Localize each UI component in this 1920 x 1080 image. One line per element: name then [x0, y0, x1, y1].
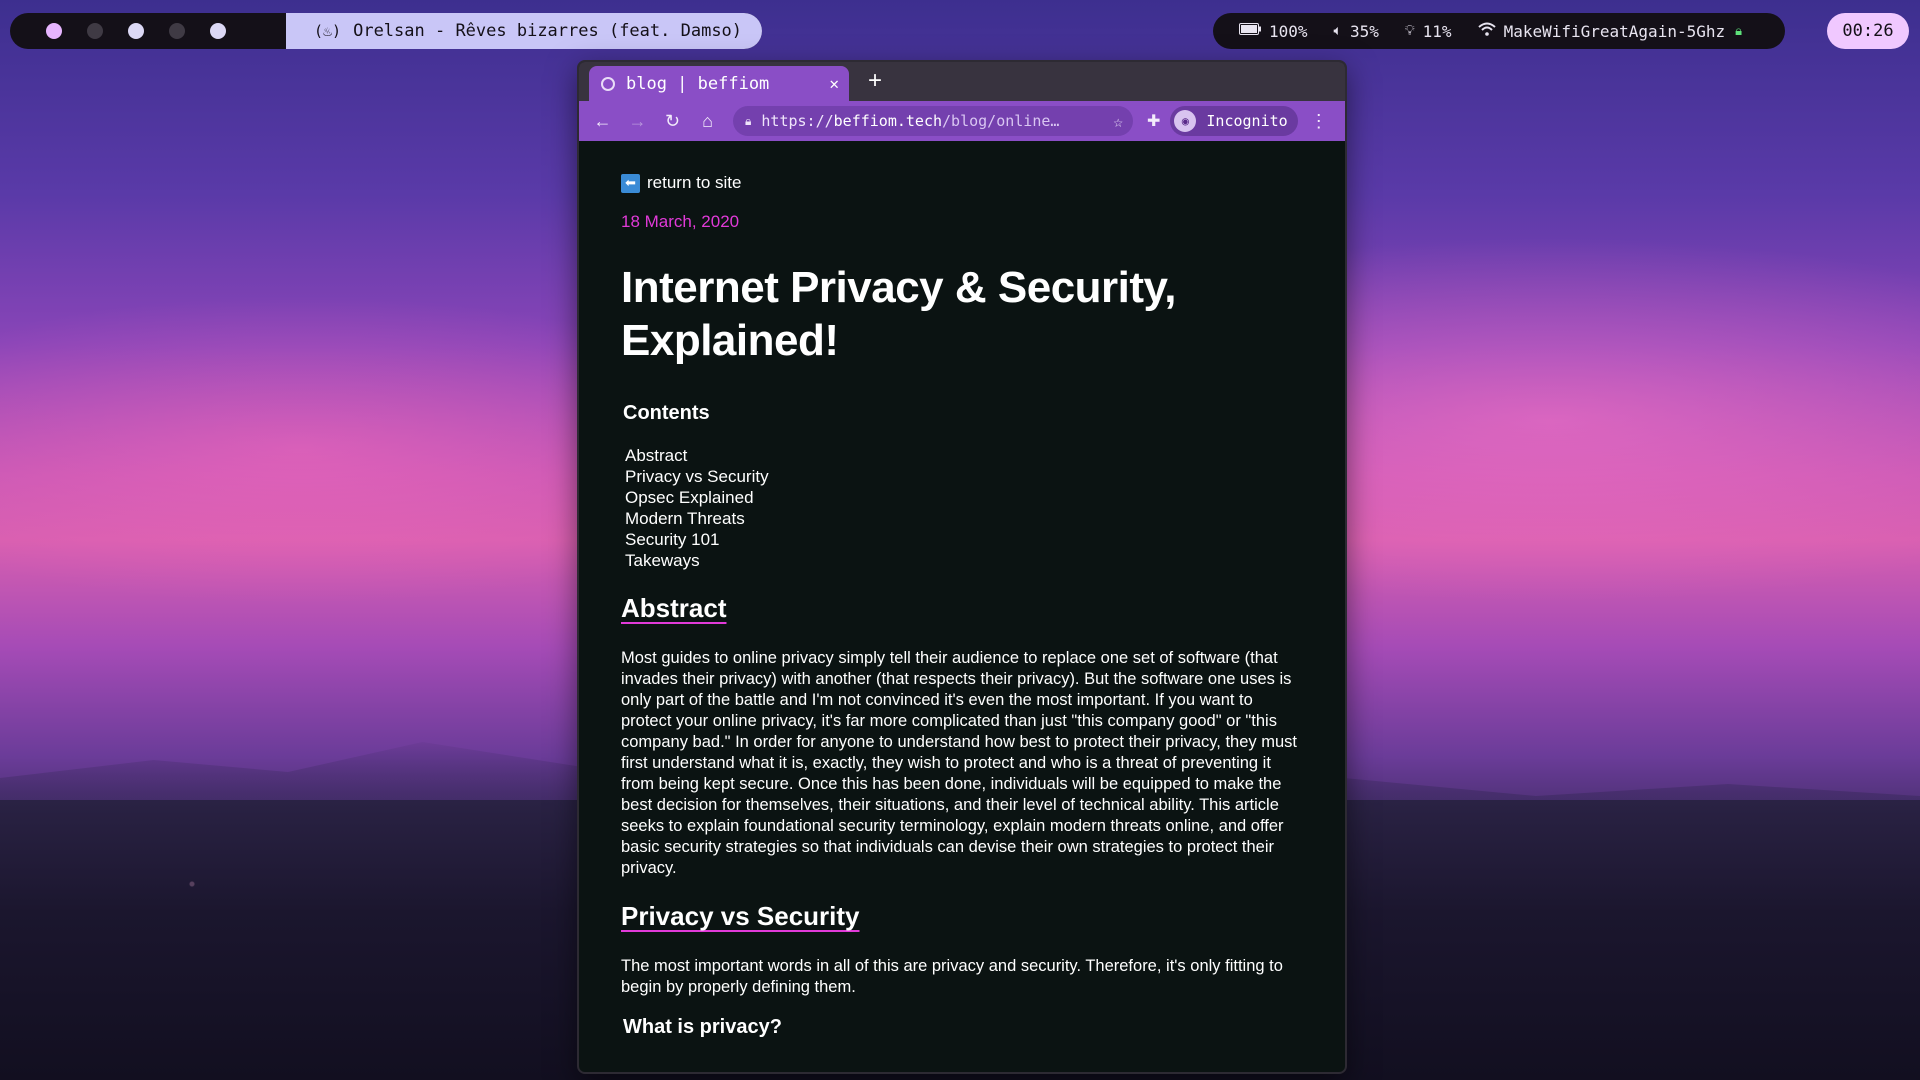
incognito-label: Incognito: [1206, 112, 1288, 130]
brightness-value: 11%: [1422, 21, 1452, 41]
wifi-status[interactable]: MakeWifiGreatAgain-5Ghz 🔒︎: [1477, 21, 1743, 41]
topbar-left: (♨) Orelsan - Rêves bizarres (feat. Dams…: [10, 13, 762, 49]
toc-item-security-101[interactable]: Security 101: [625, 529, 1305, 550]
workspace-2-indicator[interactable]: [87, 23, 103, 39]
abstract-paragraph: Most guides to online privacy simply tel…: [621, 649, 1298, 877]
what-is-privacy-heading: What is privacy?: [623, 1016, 782, 1038]
url-path: /blog/online…: [942, 112, 1060, 130]
browser-window: blog | beffiom ✕ + ← → ↻ ⌂ 🔒︎ https://be…: [577, 60, 1347, 1074]
reload-icon[interactable]: ↻: [655, 111, 690, 132]
volume-status[interactable]: 🔈︎ 35%: [1334, 22, 1379, 41]
incognito-profile-button[interactable]: ◉ Incognito: [1170, 106, 1298, 136]
workspace-3-indicator[interactable]: [128, 23, 144, 39]
contents-heading: Contents: [623, 402, 710, 424]
battery-status: 100%: [1239, 22, 1308, 41]
browser-toolbar: ← → ↻ ⌂ 🔒︎ https://beffiom.tech/blog/onl…: [579, 101, 1345, 141]
brightness-status[interactable]: 💡︎ 11%: [1405, 22, 1452, 41]
privacy-vs-security-heading[interactable]: Privacy vs Security: [621, 901, 1305, 932]
url-host: beffiom.tech: [833, 112, 943, 130]
privacy-paragraph: The most important words in all of this …: [621, 957, 1283, 996]
topbar-right: 100% 🔈︎ 35% 💡︎ 11% MakeWifiGreatAgain-5G…: [1213, 13, 1785, 49]
url-scheme: https://: [761, 112, 834, 130]
globe-icon: [601, 76, 615, 91]
post-date: 18 March, 2020: [621, 212, 740, 231]
return-to-site-label: return to site: [647, 173, 742, 192]
workspace-5-indicator[interactable]: [210, 23, 226, 39]
page-content: ⬅ return to site 18 March, 2020 Internet…: [579, 141, 1345, 1039]
back-arrow-emoji-icon: ⬅: [621, 173, 640, 193]
home-icon[interactable]: ⌂: [690, 111, 725, 132]
lock-icon: 🔒︎: [745, 113, 752, 128]
tab-blog[interactable]: blog | beffiom ✕: [589, 66, 849, 101]
lightbulb-icon: 💡︎: [1404, 23, 1415, 39]
music-flame-icon: (♨): [314, 22, 342, 40]
back-arrow-icon[interactable]: ←: [585, 111, 620, 132]
menu-kebab-icon[interactable]: ⋮: [1310, 111, 1328, 132]
toc-item-modern-threats[interactable]: Modern Threats: [625, 508, 1305, 529]
toc-item-takeways[interactable]: Takeways: [625, 550, 1305, 571]
wifi-ssid: MakeWifiGreatAgain-5Ghz: [1503, 21, 1726, 41]
table-of-contents: Abstract Privacy vs Security Opsec Expla…: [625, 445, 1305, 571]
volume-value: 35%: [1349, 21, 1379, 41]
address-bar[interactable]: 🔒︎ https://beffiom.tech/blog/online… ☆: [733, 106, 1133, 136]
tab-title: blog | beffiom: [626, 73, 770, 94]
bookmark-star-icon[interactable]: ☆: [1113, 112, 1123, 131]
workspace-4-indicator[interactable]: [169, 23, 185, 39]
now-playing-text: Orelsan - Rêves bizarres (feat. Damso): [353, 21, 743, 41]
clock[interactable]: 00:26: [1827, 13, 1909, 49]
toc-item-abstract[interactable]: Abstract: [625, 445, 1305, 466]
battery-value: 100%: [1269, 21, 1308, 41]
speaker-icon: 🔈︎: [1333, 23, 1342, 39]
wifi-icon: [1477, 22, 1496, 40]
forward-arrow-icon[interactable]: →: [620, 111, 655, 132]
tab-strip: blog | beffiom ✕ +: [579, 62, 1345, 101]
battery-icon: [1239, 23, 1261, 39]
close-tab-icon[interactable]: ✕: [829, 74, 839, 93]
workspace-1-indicator[interactable]: [46, 23, 62, 39]
wifi-lock-icon: 🔒︎: [1735, 23, 1743, 39]
now-playing[interactable]: (♨) Orelsan - Rêves bizarres (feat. Dams…: [286, 13, 762, 49]
toc-item-privacy-vs-security[interactable]: Privacy vs Security: [625, 466, 1305, 487]
new-tab-button[interactable]: +: [868, 66, 882, 96]
return-to-site-link[interactable]: ⬅ return to site: [621, 173, 1305, 193]
toc-item-opsec-explained[interactable]: Opsec Explained: [625, 487, 1305, 508]
abstract-heading[interactable]: Abstract: [621, 593, 1305, 624]
incognito-icon: ◉: [1174, 110, 1197, 132]
extensions-puzzle-icon[interactable]: ✚: [1147, 111, 1160, 131]
page-title: Internet Privacy & Security, Explained!: [621, 263, 1176, 365]
